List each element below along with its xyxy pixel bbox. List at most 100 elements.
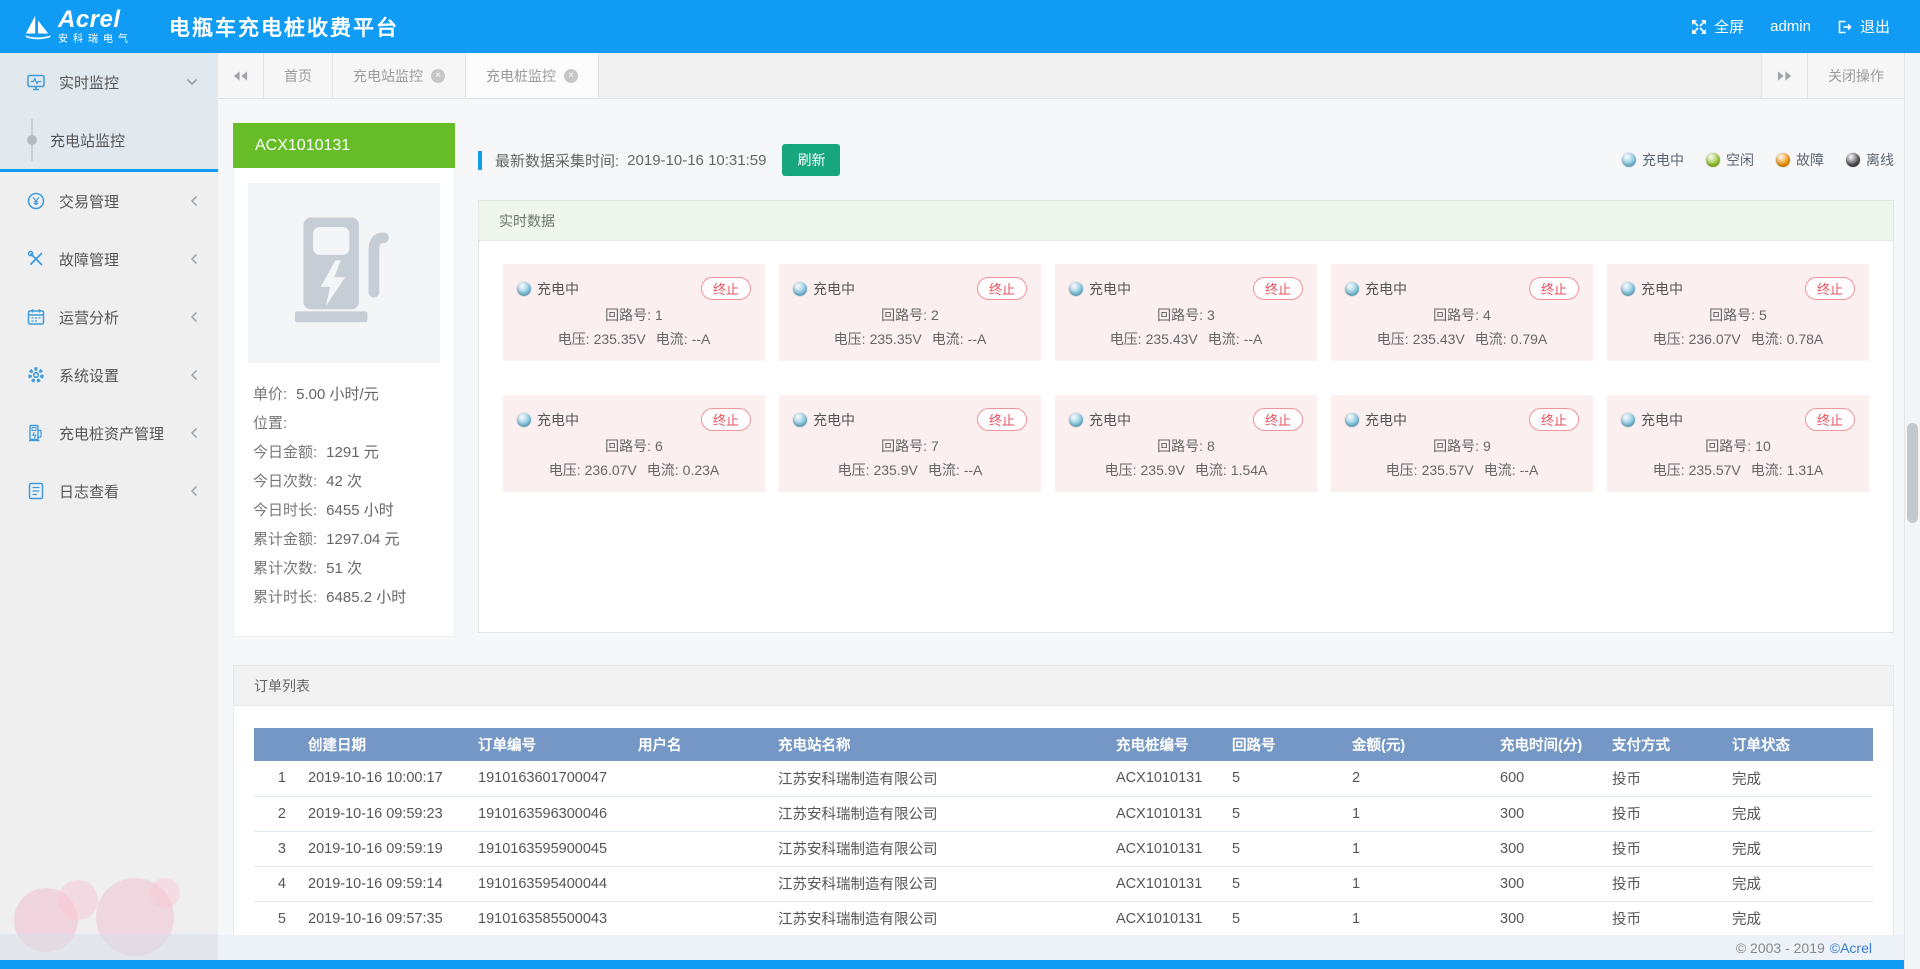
accent-bar — [478, 151, 482, 170]
card-status-label: 充电中 — [537, 410, 579, 430]
column-header: 充电时间(分) — [1492, 728, 1604, 761]
charging-circuit-card: 充电中 终止 回路号:8 电压:235.9V电流:1.54A — [1055, 395, 1317, 492]
tab-pile-monitor[interactable]: 充电桩监控 × — [466, 53, 599, 98]
status-ball-icon — [1621, 413, 1635, 427]
terminate-button[interactable]: 终止 — [1529, 408, 1579, 431]
username-menu[interactable]: admin — [1770, 18, 1811, 35]
pile-stats-list: 单价: 5.00 小时/元 位置: 今日金额: 1291 元 今日次数: 42 … — [234, 378, 454, 614]
charging-circuit-card: 充电中 终止 回路号:4 电压:235.43V电流:0.79A — [1331, 264, 1593, 361]
copyright-text: © 2003 - 2019 — [1736, 940, 1825, 956]
status-ball-icon — [1069, 413, 1083, 427]
circuit-number: 回路号:9 — [1345, 436, 1579, 456]
column-header: 订单编号 — [470, 728, 630, 761]
refresh-button[interactable]: 刷新 — [782, 144, 840, 176]
vertical-scrollbar[interactable] — [1904, 53, 1920, 969]
status-ball-icon — [1846, 153, 1860, 167]
voltage-current: 电压:235.9V电流:1.54A — [1069, 460, 1303, 480]
tabs-scroll-left-button[interactable] — [218, 53, 264, 98]
sidebar-item-station-monitor[interactable]: 充电站监控 — [0, 111, 218, 169]
orders-panel: 订单列表 创建日期订单编号用户名充电站名称充电桩编号回路号金额(元)充电时间(分… — [233, 665, 1894, 966]
tab-bar: 首页 充电站监控 × 充电桩监控 × 关闭操作 — [218, 53, 1904, 99]
circuit-number: 回路号:4 — [1345, 305, 1579, 325]
close-tab-icon[interactable]: × — [431, 69, 445, 83]
sidebar-item-realtime-monitor[interactable]: 实时监控 — [0, 53, 218, 111]
terminate-button[interactable]: 终止 — [1805, 408, 1855, 431]
close-operations-menu[interactable]: 关闭操作 — [1807, 53, 1904, 98]
stat-row: 单价: 5.00 小时/元 — [253, 380, 435, 409]
stat-row: 位置: — [253, 409, 435, 438]
sidebar-item-pile-assets[interactable]: 充电桩资产管理 — [0, 404, 218, 462]
scrollbar-thumb[interactable] — [1907, 423, 1918, 523]
status-ball-icon — [1345, 413, 1359, 427]
status-ball-icon — [793, 413, 807, 427]
gear-icon — [26, 365, 46, 385]
tab-home[interactable]: 首页 — [264, 53, 333, 98]
order-row: 3 2019-10-16 09:59:19 1910163595900045 江… — [254, 831, 1873, 866]
pile-asset-icon — [26, 423, 46, 443]
fullscreen-icon — [1691, 19, 1707, 35]
tabbar-spacer — [599, 53, 1761, 98]
tabs-scroll-right-button[interactable] — [1761, 53, 1807, 98]
terminate-button[interactable]: 终止 — [1805, 277, 1855, 300]
circuit-number: 回路号:10 — [1621, 436, 1855, 456]
circuit-card-grid: 充电中 终止 回路号:1 电压:235.35V电流:--A 充电中 终止 — [479, 241, 1893, 515]
stat-label: 位置: — [253, 409, 287, 438]
status-ball-icon — [517, 413, 531, 427]
charging-circuit-card: 充电中 终止 回路号:5 电压:236.07V电流:0.78A — [1607, 264, 1869, 361]
close-tab-icon[interactable]: × — [564, 69, 578, 83]
terminate-button[interactable]: 终止 — [1253, 408, 1303, 431]
circuit-number: 回路号:1 — [517, 305, 751, 325]
voltage-current: 电压:235.35V电流:--A — [793, 329, 1027, 349]
status-ball-icon — [1069, 282, 1083, 296]
terminate-button[interactable]: 终止 — [701, 277, 751, 300]
acrel-logo: Acrel 安科瑞电气 — [24, 8, 133, 45]
orders-table-body: 1 2019-10-16 10:00:17 1910163601700047 江… — [254, 761, 1873, 936]
legend-label: 离线 — [1866, 150, 1894, 170]
status-ball-icon — [1621, 282, 1635, 296]
stat-value: 1297.04 元 — [326, 525, 399, 554]
column-header: 回路号 — [1224, 728, 1344, 761]
voltage-current: 电压:236.07V电流:0.78A — [1621, 329, 1855, 349]
terminate-button[interactable]: 终止 — [977, 408, 1027, 431]
stat-row: 累计金额: 1297.04 元 — [253, 525, 435, 554]
legend-label: 故障 — [1796, 150, 1824, 170]
charging-circuit-card: 充电中 终止 回路号:10 电压:235.57V电流:1.31A — [1607, 395, 1869, 492]
stat-value: 5.00 小时/元 — [296, 380, 379, 409]
brand-name: Acrel — [58, 8, 133, 32]
logout-button[interactable]: 退出 — [1837, 16, 1890, 37]
sidebar-item-logs[interactable]: 日志查看 — [0, 462, 218, 520]
chevron-left-icon — [190, 311, 198, 323]
order-row: 1 2019-10-16 10:00:17 1910163601700047 江… — [254, 761, 1873, 796]
status-ball-icon — [517, 282, 531, 296]
legend-item: 空闲 — [1706, 150, 1754, 170]
legend-label: 空闲 — [1726, 150, 1754, 170]
charging-pile-icon — [280, 209, 408, 337]
chevron-left-icon — [190, 369, 198, 381]
voltage-current: 电压:235.57V电流:--A — [1345, 460, 1579, 480]
app-header: Acrel 安科瑞电气 电瓶车充电桩收费平台 全屏 admin 退出 — [0, 0, 1920, 53]
bottom-accent-strip — [0, 960, 1920, 969]
sidebar-item-analytics[interactable]: 运营分析 — [0, 288, 218, 346]
sidebar-item-transactions[interactable]: 交易管理 — [0, 172, 218, 230]
footer-brand-link[interactable]: ©Acrel — [1830, 940, 1872, 956]
page-title: 电瓶车充电桩收费平台 — [169, 12, 399, 42]
pile-icon-box — [248, 183, 440, 363]
terminate-button[interactable]: 终止 — [977, 277, 1027, 300]
tab-station-monitor[interactable]: 充电站监控 × — [333, 53, 466, 98]
stat-row: 今日时长: 6455 小时 — [253, 496, 435, 525]
terminate-button[interactable]: 终止 — [701, 408, 751, 431]
sidebar-item-settings[interactable]: 系统设置 — [0, 346, 218, 404]
circuit-number: 回路号:3 — [1069, 305, 1303, 325]
terminate-button[interactable]: 终止 — [1529, 277, 1579, 300]
charging-circuit-card: 充电中 终止 回路号:7 电压:235.9V电流:--A — [779, 395, 1041, 492]
card-status-label: 充电中 — [813, 410, 855, 430]
charging-circuit-card: 充电中 终止 回路号:3 电压:235.43V电流:--A — [1055, 264, 1317, 361]
circuit-number: 回路号:6 — [517, 436, 751, 456]
chevron-left-icon — [190, 427, 198, 439]
sidebar-item-faults[interactable]: 故障管理 — [0, 230, 218, 288]
decorative-cityscape — [0, 810, 218, 960]
status-ball-icon — [793, 282, 807, 296]
card-status-label: 充电中 — [813, 279, 855, 299]
terminate-button[interactable]: 终止 — [1253, 277, 1303, 300]
fullscreen-button[interactable]: 全屏 — [1691, 16, 1744, 37]
